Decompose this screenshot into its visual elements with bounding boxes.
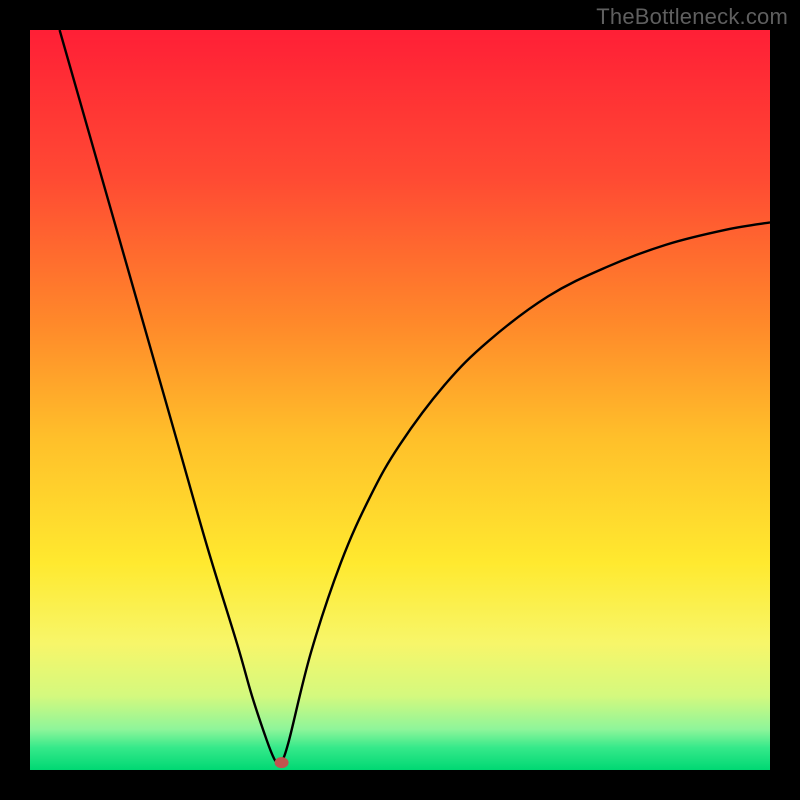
- chart-svg: [30, 30, 770, 770]
- bottleneck-marker: [275, 757, 289, 768]
- watermark-text: TheBottleneck.com: [596, 4, 788, 30]
- chart-frame: TheBottleneck.com: [0, 0, 800, 800]
- chart-background: [30, 30, 770, 770]
- chart-plot-area: [30, 30, 770, 770]
